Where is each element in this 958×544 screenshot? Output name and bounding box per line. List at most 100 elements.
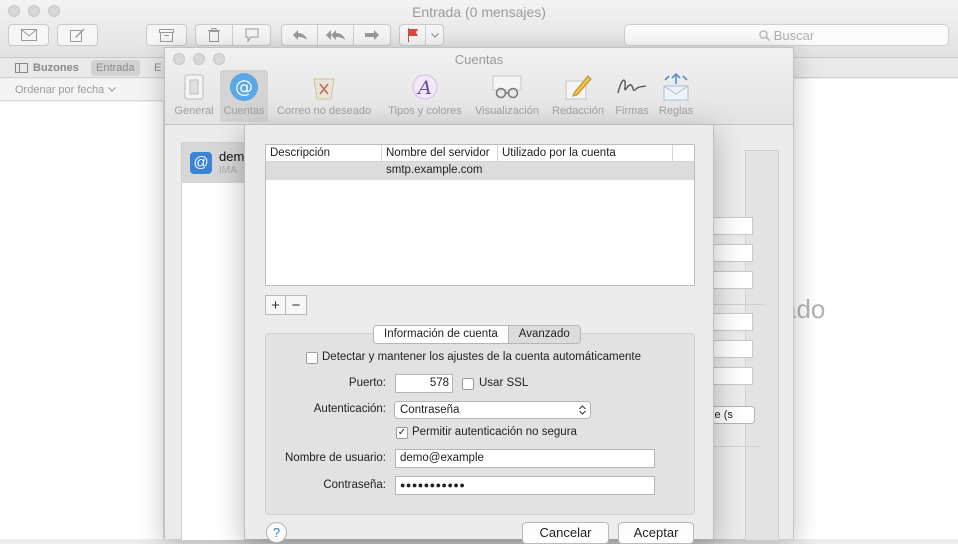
sort-menu[interactable]: Ordenar por fecha [0,79,164,101]
detail-divider [713,304,765,305]
tab-composing-label: Redacción [552,105,604,117]
port-label: Puerto: [348,377,386,389]
tab-advanced[interactable]: Avanzado [508,326,580,343]
tab-viewing[interactable]: Visualización [470,70,544,122]
compose-button[interactable] [57,24,98,46]
reply-all-button[interactable] [318,25,354,45]
preferences-toolbar: Cuentas General @ Cuentas Correo no dese… [165,48,793,125]
favorite-truncated-label: E [154,62,162,74]
row-server-name: smtp.example.com [386,164,483,176]
archive-button[interactable] [146,24,187,46]
at-icon: @ [230,73,258,101]
settings-tabs: Información de cuenta Avanzado [373,325,581,344]
font-icon: A [412,74,438,100]
reply-button[interactable] [282,25,318,45]
compose-icon [70,28,85,42]
tab-accounts[interactable]: @ Cuentas [220,70,268,122]
svg-text:@: @ [235,77,253,98]
trash-icon [208,28,220,42]
authentication-label: Autenticación: [313,403,386,415]
column-header-description[interactable]: Descripción [266,145,382,162]
account-at-icon: @ [190,152,212,174]
chevron-down-icon [108,87,117,92]
tab-junk-mail-label: Correo no deseado [276,105,372,117]
mailboxes-label: Buzones [33,62,79,74]
tab-fonts-colors[interactable]: A Tipos y colores [383,70,467,122]
tab-signatures-label: Firmas [615,105,649,117]
add-server-button[interactable]: + [266,296,286,314]
accounts-list[interactable]: @ dem IMA [181,142,245,540]
column-header-server-name[interactable]: Nombre del servidor [382,145,498,162]
remove-server-button[interactable]: − [286,296,306,314]
help-button[interactable]: ? [266,522,287,543]
sort-label: Ordenar por fecha [15,83,105,96]
archive-icon [159,28,174,42]
ok-button[interactable]: Aceptar [618,522,694,544]
flag-button[interactable] [400,25,426,45]
switch-icon [184,74,204,100]
cancel-button[interactable]: Cancelar [522,522,609,544]
password-label: Contraseña: [323,479,386,491]
insecure-auth-label: Permitir autenticación no segura [412,426,577,438]
message-list[interactable] [0,102,164,539]
junk-bin-icon [313,78,335,100]
account-type: IMA [219,165,237,176]
flag-segment [399,24,444,46]
junk-icon [245,28,258,42]
tab-rules-label: Reglas [658,105,694,117]
delete-junk-segment [195,24,271,46]
username-label: Nombre de usuario: [285,452,386,464]
favorite-inbox[interactable]: Entrada [91,60,140,76]
tab-rules[interactable]: Reglas [655,70,697,122]
reply-all-icon [325,30,345,40]
tab-general[interactable]: General [171,70,217,122]
tab-signatures[interactable]: Firmas [611,70,653,122]
smtp-server-sheet: Descripción Nombre del servidor Utilizad… [244,124,714,544]
tab-accounts-label: Cuentas [223,105,265,117]
search-icon [759,29,770,41]
forward-button[interactable] [354,25,390,45]
main-window-title: Entrada (0 mensajes) [412,4,546,20]
username-field[interactable]: demo@example [395,449,655,468]
password-field[interactable]: ●●●●●●●●●●● [395,476,655,495]
tab-fonts-colors-label: Tipos y colores [388,105,462,117]
rules-icon [663,72,689,101]
reply-icon [292,30,307,40]
insecure-auth-checkbox[interactable]: ✓ [396,427,408,439]
column-header-extra [673,145,694,162]
forward-icon [365,30,379,40]
table-row[interactable]: smtp.example.com [266,162,694,180]
preferences-title: Cuentas [454,52,504,67]
account-name: dem [219,149,245,164]
auto-detect-checkbox[interactable] [306,352,318,364]
envelope-icon [20,29,37,41]
tab-junk-mail[interactable]: Correo no deseado [271,70,377,122]
use-ssl-label: Usar SSL [479,377,529,389]
use-ssl-checkbox[interactable] [462,378,474,390]
port-field[interactable]: 578 [395,374,453,393]
add-remove-control: + − [265,295,307,315]
chevron-down-icon [430,32,439,38]
tab-composing[interactable]: Redacción [547,70,609,122]
flag-icon [407,28,418,42]
search-input[interactable]: Buscar [624,24,949,46]
column-header-used-by[interactable]: Utilizado por la cuenta [498,145,673,162]
flag-menu-button[interactable] [426,25,443,45]
tab-account-information[interactable]: Información de cuenta [374,326,509,343]
pencil-icon [565,75,592,100]
reply-forward-segment [281,24,391,46]
junk-button[interactable] [233,25,270,45]
authentication-popup[interactable]: Contraseña [394,401,591,419]
signature-icon [617,79,647,94]
smtp-server-table[interactable]: Descripción Nombre del servidor Utilizad… [265,144,695,286]
mailboxes-button[interactable]: Buzones [15,60,79,76]
search-placeholder: Buscar [773,27,815,43]
tab-viewing-label: Visualización [474,105,539,117]
favorite-truncated[interactable]: E [154,60,161,76]
delete-button[interactable] [196,25,233,45]
account-row[interactable]: @ dem IMA [182,143,244,183]
svg-text:A: A [416,77,432,99]
updown-arrows-icon [579,405,586,415]
get-mail-button[interactable] [8,24,49,46]
tab-general-label: General [174,105,214,117]
